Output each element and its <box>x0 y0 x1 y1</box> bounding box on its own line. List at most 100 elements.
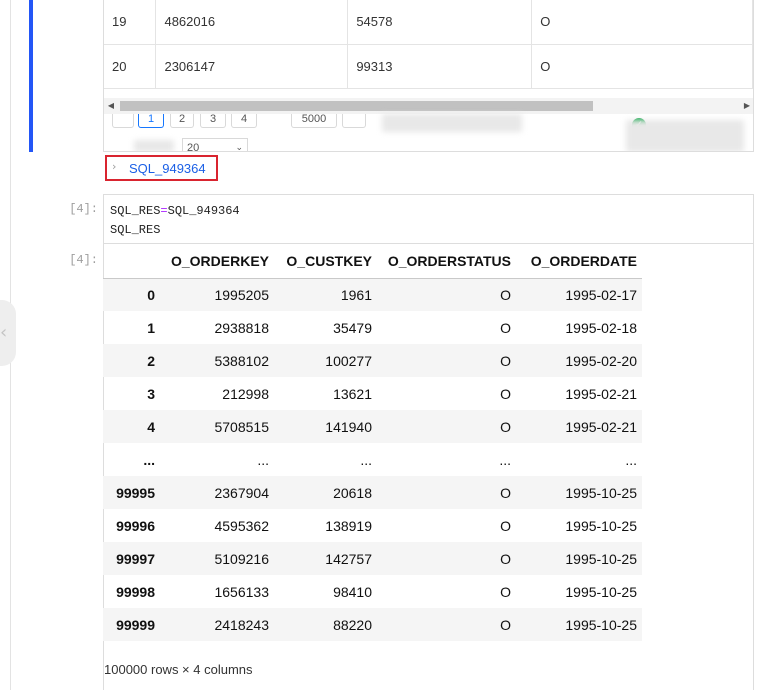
total-pages-button[interactable]: 5000 <box>291 114 337 128</box>
code-line: SQL_RES=SQL_949364 <box>110 202 753 221</box>
page-button[interactable]: 3 <box>200 114 226 128</box>
table-cell: 13621 <box>333 385 372 402</box>
dataframe-table: O_ORDERKEY O_CUSTKEY O_ORDERSTATUS O_ORD… <box>103 244 642 641</box>
row-index: 99999 <box>116 616 155 633</box>
table-row: 3 212998 13621 O 1995-02-21 <box>103 377 642 410</box>
column-header: O_ORDERSTATUS <box>377 244 516 279</box>
table-cell: ... <box>257 451 269 468</box>
page-button[interactable]: 2 <box>170 114 194 128</box>
side-panel-toggle[interactable]: ‹ <box>0 300 16 366</box>
table-row: 4 5708515 141940 O 1995-02-21 <box>103 410 642 443</box>
sql-link-label[interactable]: SQL_949364 <box>129 161 206 176</box>
next-page-button[interactable] <box>342 114 366 128</box>
row-index: 99996 <box>116 517 155 534</box>
table-cell: O <box>500 583 511 600</box>
table-cell: 138919 <box>325 517 372 534</box>
table-cell: 1995-10-25 <box>565 517 637 534</box>
table-cell: 4595362 <box>214 517 269 534</box>
redacted-region <box>382 114 522 132</box>
row-index: 99998 <box>116 583 155 600</box>
table-cell: 1995-02-21 <box>565 385 637 402</box>
table-cell: 1995-02-18 <box>565 319 637 336</box>
chevron-down-icon: ⌄ <box>235 143 243 152</box>
output-prompt: [4]: <box>69 253 98 267</box>
column-header: O_ORDERDATE <box>516 244 642 279</box>
table-row: 19 4862016 54578 O <box>104 0 753 45</box>
table-cell: 2306147 <box>155 44 349 89</box>
query-result-table: 19 4862016 54578 O 20 2306147 99313 O <box>104 0 753 89</box>
redacted-region <box>626 120 744 151</box>
input-prompt: [4]: <box>69 202 98 216</box>
prev-page-button[interactable] <box>112 114 134 128</box>
table-cell: 99313 <box>347 44 533 89</box>
table-cell: ... <box>625 451 637 468</box>
table-cell: 2938818 <box>214 319 269 336</box>
table-cell: 1995205 <box>214 286 269 303</box>
code-editor[interactable]: SQL_RES=SQL_949364 SQL_RES <box>103 194 754 244</box>
table-cell: O <box>500 484 511 501</box>
table-row: 99995 2367904 20618 O 1995-10-25 <box>103 476 642 509</box>
pagination: 1 2 3 4 5000 ✓ 20⌄ <box>104 114 753 152</box>
table-cell: 142757 <box>325 550 372 567</box>
table-row: 99996 4595362 138919 O 1995-10-25 <box>103 509 642 542</box>
row-index: 3 <box>147 385 155 402</box>
table-cell: O <box>500 418 511 435</box>
table-cell: 98410 <box>333 583 372 600</box>
table-cell: ... <box>499 451 511 468</box>
table-cell: 212998 <box>222 385 269 402</box>
table-cell: 20 <box>104 44 157 89</box>
horizontal-scrollbar[interactable]: ◀ ▶ <box>104 98 753 114</box>
row-index: 0 <box>147 286 155 303</box>
table-cell: O <box>500 550 511 567</box>
table-cell: 4862016 <box>155 0 349 45</box>
query-result-widget: 19 4862016 54578 O 20 2306147 99313 O ◀ … <box>103 0 754 152</box>
dataframe-shape: 100000 rows × 4 columns <box>104 662 253 677</box>
scroll-left-icon[interactable]: ◀ <box>104 98 118 114</box>
table-row: 99998 1656133 98410 O 1995-10-25 <box>103 575 642 608</box>
row-index: 99995 <box>116 484 155 501</box>
table-cell: 54578 <box>347 0 533 45</box>
row-index: 99997 <box>116 550 155 567</box>
table-row: ............... <box>103 443 642 476</box>
table-cell: O <box>531 0 753 45</box>
table-row: 1 2938818 35479 O 1995-02-18 <box>103 311 642 344</box>
sql-result-link[interactable]: › SQL_949364 <box>105 155 218 181</box>
table-cell: 1995-10-25 <box>565 583 637 600</box>
table-cell: O <box>500 319 511 336</box>
table-cell: 1995-10-25 <box>565 550 637 567</box>
table-cell: 1961 <box>340 286 372 303</box>
table-row: 20 2306147 99313 O <box>104 44 753 89</box>
table-cell: 2418243 <box>214 616 269 633</box>
table-cell: 5708515 <box>214 418 269 435</box>
chevron-left-icon: ‹ <box>0 322 8 343</box>
table-cell: 1995-02-20 <box>565 352 637 369</box>
table-header-row: O_ORDERKEY O_CUSTKEY O_ORDERSTATUS O_ORD… <box>103 244 642 279</box>
table-row: 99999 2418243 88220 O 1995-10-25 <box>103 608 642 641</box>
table-cell: 141940 <box>325 418 372 435</box>
table-cell: 35479 <box>333 319 372 336</box>
table-cell: 88220 <box>333 616 372 633</box>
table-cell: 100277 <box>325 352 372 369</box>
table-cell: 1995-02-17 <box>565 286 637 303</box>
scroll-right-icon[interactable]: ▶ <box>740 98 753 114</box>
table-cell: O <box>500 616 511 633</box>
scrollbar-thumb[interactable] <box>120 101 593 111</box>
index-header <box>103 244 160 279</box>
table-cell: O <box>500 385 511 402</box>
table-cell: 1656133 <box>214 583 269 600</box>
table-row: 0 1995205 1961 O 1995-02-17 <box>103 278 642 311</box>
code-line: SQL_RES <box>110 223 161 237</box>
row-index: 4 <box>147 418 155 435</box>
table-cell: ... <box>360 451 372 468</box>
column-header: O_CUSTKEY <box>274 244 377 279</box>
table-cell: 5388102 <box>214 352 269 369</box>
table-cell: 19 <box>104 0 157 45</box>
table-cell: O <box>531 44 753 89</box>
page-button[interactable]: 1 <box>138 114 164 128</box>
table-row: 2 5388102 100277 O 1995-02-20 <box>103 344 642 377</box>
table-cell: 1995-10-25 <box>565 616 637 633</box>
page-size-select[interactable]: 20 ⌄ <box>182 138 248 152</box>
page-button[interactable]: 4 <box>231 114 257 128</box>
redacted-region <box>134 140 174 151</box>
code-value: SQL_949364 <box>167 204 240 218</box>
